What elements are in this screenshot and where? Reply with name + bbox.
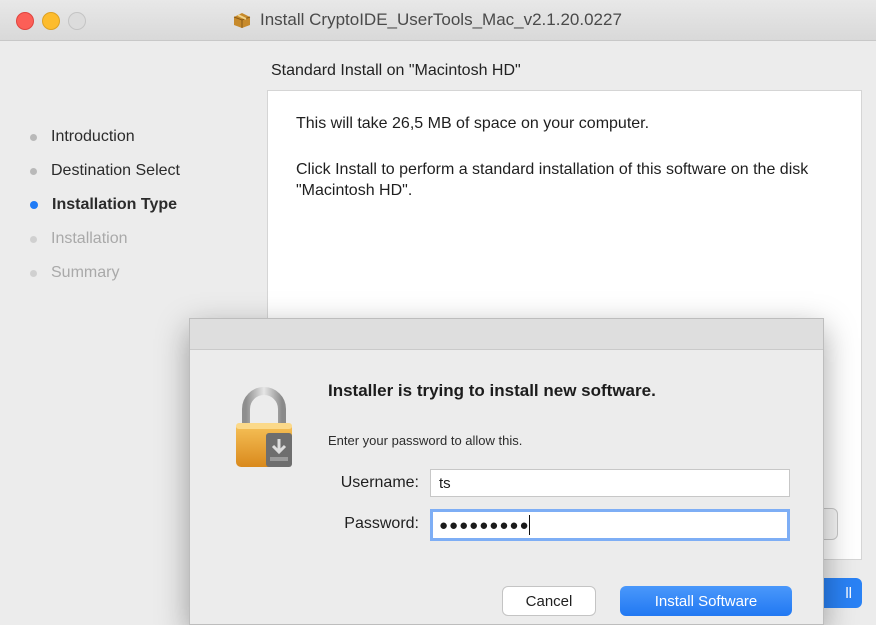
close-window-button[interactable] — [16, 12, 34, 30]
step-bullet-icon — [30, 235, 37, 243]
step-label: Installation Type — [52, 196, 178, 213]
zoom-window-button[interactable] — [68, 12, 86, 30]
window-title: Install CryptoIDE_UserTools_Mac_v2.1.20.… — [260, 10, 622, 29]
step-bullet-icon — [30, 133, 37, 141]
step-introduction: Introduction — [28, 120, 248, 154]
space-required-text: This will take 26,5 MB of space on your … — [296, 115, 650, 132]
step-bullet-icon — [30, 269, 37, 277]
step-label: Summary — [51, 264, 120, 281]
cancel-button[interactable]: Cancel — [502, 586, 596, 616]
install-software-button[interactable]: Install Software — [620, 586, 792, 616]
installer-steps-sidebar: Introduction Destination Select Installa… — [28, 120, 248, 290]
step-bullet-icon — [30, 201, 38, 209]
authentication-dialog: Installer is trying to install new softw… — [189, 318, 824, 625]
install-instructions-text: Click Install to perform a standard inst… — [296, 161, 809, 199]
dialog-top-bar — [190, 319, 823, 350]
step-label: Destination Select — [51, 162, 180, 179]
step-label: Introduction — [51, 128, 135, 145]
username-label: Username: — [340, 474, 419, 491]
step-destination-select: Destination Select — [28, 154, 248, 188]
step-label: Installation — [51, 230, 128, 247]
password-label: Password: — [344, 515, 419, 532]
installer-window: Install CryptoIDE_UserTools_Mac_v2.1.20.… — [0, 0, 876, 625]
username-field[interactable] — [430, 469, 790, 497]
minimize-window-button[interactable] — [42, 12, 60, 30]
dialog-title: Installer is trying to install new softw… — [328, 381, 656, 400]
window-title-group: Install CryptoIDE_UserTools_Mac_v2.1.20.… — [232, 9, 622, 31]
title-bar: Install CryptoIDE_UserTools_Mac_v2.1.20.… — [0, 0, 876, 41]
text-cursor — [529, 515, 530, 535]
password-field[interactable] — [430, 509, 790, 541]
installer-package-icon — [233, 13, 251, 28]
step-bullet-icon — [30, 167, 37, 175]
dialog-subtitle: Enter your password to allow this. — [328, 433, 523, 448]
step-installation-type: Installation Type — [28, 188, 248, 222]
step-summary: Summary — [28, 256, 248, 290]
lock-icon — [236, 387, 292, 467]
pane-heading: Standard Install on "Macintosh HD" — [271, 62, 521, 79]
step-installation: Installation — [28, 222, 248, 256]
